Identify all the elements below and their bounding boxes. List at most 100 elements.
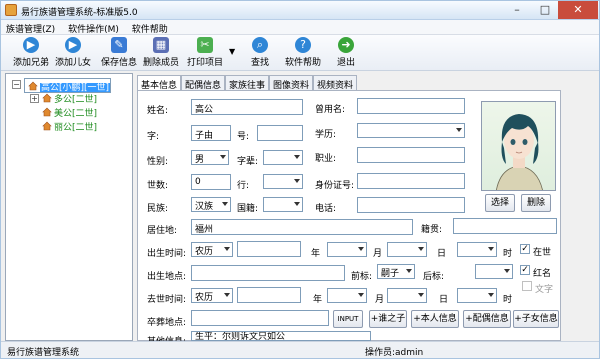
- menu-help[interactable]: 软件帮助: [127, 20, 173, 35]
- generation-char-label: 字辈:: [237, 157, 259, 167]
- chevron-down-icon: [224, 293, 230, 297]
- alias-field[interactable]: [357, 98, 465, 114]
- courtesy-name-field[interactable]: 子由: [191, 125, 231, 141]
- chevron-down-icon: [488, 293, 494, 297]
- birth-hour-select[interactable]: [457, 242, 497, 257]
- chevron-down-icon: [418, 293, 424, 297]
- nationality-select[interactable]: [263, 197, 303, 212]
- text-checkbox[interactable]: [522, 281, 532, 291]
- print-button[interactable]: ✂ 打印项目: [185, 37, 225, 69]
- house-icon: [42, 93, 52, 103]
- tab-basic-info[interactable]: 基本信息: [137, 75, 182, 91]
- alive-checkbox[interactable]: ✓: [520, 244, 530, 254]
- save-info-button[interactable]: ✎ 保存信息: [99, 37, 139, 69]
- chevron-down-icon: [456, 128, 462, 132]
- chevron-down-icon: [220, 155, 226, 159]
- birth-month-select[interactable]: [327, 242, 367, 257]
- delete-member-button[interactable]: ▦ 删除成员: [141, 37, 181, 69]
- self-info-button[interactable]: +本人信息: [411, 310, 459, 328]
- input-button[interactable]: INPUT: [333, 310, 363, 328]
- birth-day-select[interactable]: [387, 242, 427, 257]
- name-field[interactable]: 高公: [191, 99, 303, 115]
- chevron-down-icon: [294, 202, 300, 206]
- tree-node-child[interactable]: 多公[二世]: [42, 92, 97, 105]
- spouse-info-button[interactable]: +配偶信息: [463, 310, 511, 328]
- alive-label: 在世: [533, 248, 552, 258]
- house-icon: [28, 81, 38, 91]
- generation-char-select[interactable]: [263, 150, 303, 165]
- birth-year-field[interactable]: [237, 241, 301, 257]
- search-button[interactable]: ⌕ 查找: [245, 37, 275, 69]
- tab-image-data[interactable]: 图像资料: [269, 75, 314, 91]
- add-child-button[interactable]: ▶ 添加儿女: [53, 37, 93, 69]
- app-window: 易行族谱管理系统-标准版5.0 – □ ✕ 族谱管理(Z) 软件操作(M) 软件…: [0, 0, 600, 359]
- death-year-field[interactable]: [237, 287, 301, 303]
- help-button[interactable]: ? 软件帮助: [283, 37, 323, 69]
- death-day-select[interactable]: [387, 288, 427, 303]
- death-month-select[interactable]: [327, 288, 367, 303]
- delete-photo-button[interactable]: 删除: [521, 194, 551, 212]
- tab-family-history[interactable]: 家族往事: [225, 75, 270, 91]
- gender-select[interactable]: 男: [191, 150, 229, 165]
- education-select[interactable]: [357, 123, 465, 138]
- generation-number-label: 世数:: [147, 181, 169, 191]
- ethnicity-select[interactable]: 汉族: [191, 197, 231, 212]
- native-place-label: 籍贯:: [421, 225, 443, 235]
- rank-select[interactable]: [263, 174, 303, 189]
- residence-label: 居住地:: [147, 226, 178, 236]
- tab-spouse-info[interactable]: 配偶信息: [181, 75, 226, 91]
- death-hour-select[interactable]: [457, 288, 497, 303]
- red-name-checkbox[interactable]: ✓: [520, 265, 530, 275]
- chevron-down-icon: [504, 269, 510, 273]
- exit-button[interactable]: ➜ 退出: [331, 37, 361, 69]
- tab-video-data[interactable]: 视频资料: [313, 75, 358, 91]
- burial-place-field[interactable]: [191, 310, 329, 326]
- close-icon[interactable]: ✕: [558, 1, 598, 19]
- edit-icon: ✎: [111, 37, 127, 53]
- occupation-field[interactable]: [357, 147, 465, 163]
- month-unit-label: 月: [373, 249, 383, 259]
- tools-icon: ✂: [197, 37, 213, 53]
- id-number-field[interactable]: [357, 173, 465, 189]
- phone-field[interactable]: [357, 197, 465, 213]
- children-info-button[interactable]: +子女信息: [513, 310, 559, 328]
- year-unit-label: 年: [313, 295, 323, 305]
- ethnicity-label: 民族:: [147, 204, 169, 214]
- app-logo-icon: [5, 4, 17, 16]
- other-info-field[interactable]: 生平：尔则诉文只如公: [191, 331, 371, 341]
- chevron-down-icon: [294, 155, 300, 159]
- month-unit-label: 月: [375, 295, 385, 305]
- family-tree[interactable]: − 高公[小鹏][一世] + 多公[二世] 美公[二世] 丽公[二世]: [5, 73, 133, 341]
- residence-field[interactable]: 福州: [191, 219, 413, 235]
- minimize-icon[interactable]: –: [503, 1, 531, 19]
- chevron-down-icon[interactable]: ▼: [229, 47, 235, 56]
- chevron-down-icon: [406, 269, 412, 273]
- menu-operations[interactable]: 软件操作(M): [63, 20, 124, 35]
- window-title: 易行族谱管理系统-标准版5.0: [21, 8, 138, 18]
- day-unit-label: 日: [439, 295, 449, 305]
- death-calendar-select[interactable]: 农历: [191, 288, 233, 303]
- courtesy-name-label: 字:: [147, 132, 160, 142]
- art-name-field[interactable]: [257, 125, 303, 141]
- whose-son-button[interactable]: +谁之子: [369, 310, 407, 328]
- native-place-field[interactable]: [453, 218, 557, 234]
- text-label: 文字: [535, 285, 554, 295]
- tree-expand-icon[interactable]: +: [30, 94, 39, 103]
- prefix-select[interactable]: 嗣子: [377, 264, 415, 279]
- exit-icon: ➜: [338, 37, 354, 53]
- tree-collapse-icon[interactable]: −: [12, 80, 21, 89]
- generation-number-field[interactable]: 0: [191, 174, 231, 190]
- birthplace-field[interactable]: [191, 265, 345, 281]
- suffix-select[interactable]: [475, 264, 513, 279]
- tree-node-root[interactable]: 高公[小鹏][一世]: [24, 78, 112, 93]
- birth-calendar-select[interactable]: 农历: [191, 242, 233, 257]
- art-name-label: 号:: [237, 132, 250, 142]
- tree-node-child[interactable]: 丽公[二世]: [42, 120, 97, 133]
- red-name-label: 红名: [533, 269, 552, 279]
- choose-photo-button[interactable]: 选择: [485, 194, 515, 212]
- add-sibling-button[interactable]: ▶ 添加兄弟: [11, 37, 51, 69]
- chevron-down-icon: [294, 179, 300, 183]
- tree-node-child[interactable]: 美公[二世]: [42, 106, 97, 119]
- maximize-icon[interactable]: □: [531, 1, 559, 19]
- menu-genealogy[interactable]: 族谱管理(Z): [1, 20, 60, 35]
